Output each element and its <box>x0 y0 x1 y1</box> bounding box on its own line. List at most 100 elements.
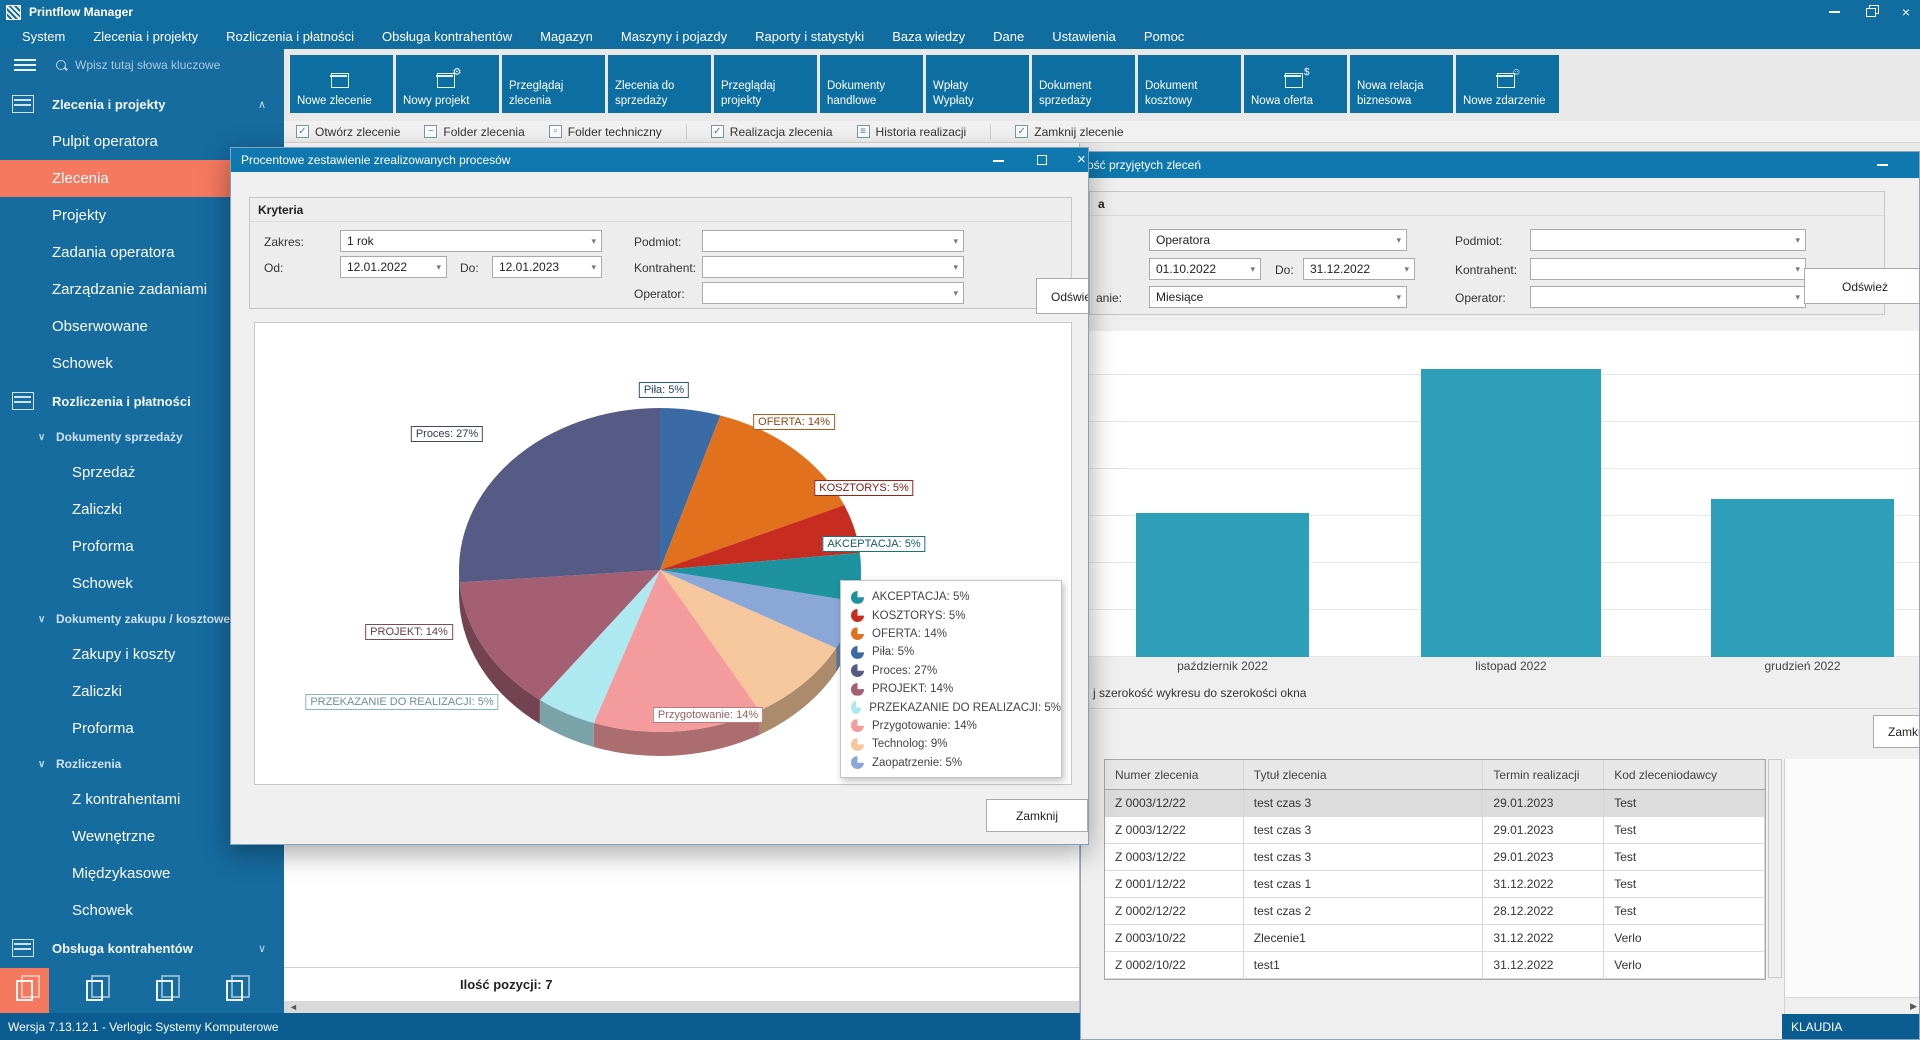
minimize-icon[interactable] <box>1877 164 1888 166</box>
dialog-titlebar[interactable]: Procentowe zestawienie zrealizowanych pr… <box>231 148 1088 172</box>
checkbox-icon: ✓ <box>711 125 724 138</box>
ribbon-button-dokumenty-handlowe[interactable]: Dokumenty handlowe <box>820 55 923 113</box>
operator-select[interactable] <box>1530 286 1806 308</box>
column-header[interactable]: Tytuł zlecenia <box>1244 760 1484 789</box>
hamburger-icon[interactable] <box>14 56 36 74</box>
quickbar-folder-zlecenia[interactable]: −Folder zlecenia <box>424 125 524 139</box>
menu-item-magazyn[interactable]: Magazyn <box>526 24 607 49</box>
ribbon-button-nowy-projekt[interactable]: ⚙Nowy projekt <box>396 55 499 113</box>
table-cell: Test <box>1604 817 1765 843</box>
report-window-titlebar[interactable]: ość przyjętych zleceń <box>1081 152 1919 178</box>
podmiot-select[interactable] <box>1530 229 1806 251</box>
column-header[interactable]: Termin realizacji <box>1483 760 1604 789</box>
table-cell: Z 0002/12/22 <box>1105 898 1244 924</box>
ribbon-button-nowe-zdarzenie[interactable]: ☺Nowe zdarzenie <box>1456 55 1559 113</box>
documents-icon[interactable] <box>0 968 49 1013</box>
date-from-select[interactable]: 12.01.2022 <box>340 256 447 278</box>
ribbon-button-dokument-kosztowy[interactable]: Dokument kosztowy <box>1138 55 1241 113</box>
ribbon-button-nowe-zlecenie[interactable]: Nowe zlecenie <box>290 55 393 113</box>
ribbon-button-wpłaty-wypłaty[interactable]: Wpłaty Wypłaty <box>926 55 1029 113</box>
menu-item-system[interactable]: System <box>8 24 79 49</box>
report-type-select[interactable]: Operatora <box>1149 229 1407 251</box>
close-icon[interactable]: × <box>1077 148 1086 172</box>
statusbar-user-corner: KLAUDIA <box>1782 1014 1920 1040</box>
menu-item-raporty-i-statystyki[interactable]: Raporty i statystyki <box>741 24 878 49</box>
menu-item-ustawienia[interactable]: Ustawienia <box>1038 24 1130 49</box>
restore-icon[interactable] <box>1866 8 1876 17</box>
table-row[interactable]: Z 0002/10/22test131.12.2022Verlo <box>1105 952 1765 979</box>
sidebar-item-schowek[interactable]: Schowek <box>0 892 284 929</box>
scroll-right-icon[interactable]: ▶ <box>1910 1001 1917 1012</box>
column-header[interactable]: Kod zleceniodawcy <box>1604 760 1765 789</box>
table-row[interactable]: Z 0003/10/22Zlecenie131.12.2022Verlo <box>1105 925 1765 952</box>
operator-label: Operator: <box>634 287 685 301</box>
side-pane-scrollbar[interactable]: ▶ <box>1785 997 1920 1014</box>
column-header[interactable]: Numer zlecenia <box>1105 760 1244 789</box>
legend-item: AKCEPTACJA: 5% <box>851 588 1061 606</box>
refresh-button[interactable]: Odśwież <box>1804 268 1920 304</box>
table-row[interactable]: Z 0003/12/22test czas 329.01.2023Test <box>1105 844 1765 871</box>
table-vertical-scrollbar[interactable] <box>1768 759 1782 978</box>
quickbar-folder-techniczny[interactable]: ▫Folder techniczny <box>549 125 662 139</box>
legend-label: OFERTA: 14% <box>872 628 947 640</box>
table-cell: Z 0003/12/22 <box>1105 817 1244 843</box>
refresh-button[interactable]: Odśwież <box>1036 278 1089 314</box>
folder-minus-icon: − <box>424 125 437 138</box>
date-to-select[interactable]: 31.12.2022 <box>1303 258 1415 280</box>
close-report-button[interactable]: Zamknij <box>1873 715 1920 748</box>
menu-item-maszyny-i-pojazdy[interactable]: Maszyny i pojazdy <box>607 24 741 49</box>
pie-chart-panel: Piła: 5%OFERTA: 14%KOSZTORYS: 5%AKCEPTAC… <box>254 322 1072 785</box>
date-from-select[interactable]: 01.10.2022 <box>1149 258 1261 280</box>
grouping-select[interactable]: Miesiące <box>1149 286 1407 308</box>
kontrahent-select[interactable] <box>702 256 964 278</box>
do-label: Do: <box>1275 263 1294 277</box>
menu-item-dane[interactable]: Dane <box>979 24 1038 49</box>
table-row[interactable]: Z 0002/12/22test czas 228.12.2022Test <box>1105 898 1765 925</box>
close-dialog-button[interactable]: Zamknij <box>986 799 1088 832</box>
menu-item-pomoc[interactable]: Pomoc <box>1130 24 1198 49</box>
pie-slice-proces[interactable] <box>459 408 660 582</box>
quickbar-realizacja-zlecenia[interactable]: ✓Realizacja zlecenia <box>711 125 833 139</box>
legend-label: Przygotowanie: 14% <box>872 720 977 732</box>
report-criteria-groupbox: a Operatora Podmiot: 01.10.2022 Do: 31.1… <box>1089 191 1885 315</box>
ribbon-button-nowa-oferta[interactable]: $Nowa oferta <box>1244 55 1347 113</box>
ribbon-button-zlecenia-do-sprzedaży[interactable]: Zlecenia do sprzedaży <box>608 55 711 113</box>
sidebar-section-obsługa-kontrahentów[interactable]: Obsługa kontrahentów∨ <box>0 929 284 967</box>
quickbar-otwórz-zlecenie[interactable]: ✓Otwórz zlecenie <box>296 125 400 139</box>
ribbon-button-dokument-sprzedaży[interactable]: Dokument sprzedaży <box>1032 55 1135 113</box>
ribbon-button-nowa-relacja-biznesowa[interactable]: Nowa relacja biznesowa <box>1350 55 1453 113</box>
ribbon-button-przeglądaj-zlecenia[interactable]: Przeglądaj zlecenia <box>502 55 605 113</box>
quickbar-zamknij-zlecenie[interactable]: ✓Zamknij zlecenie <box>1015 125 1123 139</box>
table-row[interactable]: Z 0003/12/22test czas 329.01.2023Test <box>1105 817 1765 844</box>
zakres-select[interactable]: 1 rok <box>340 230 602 252</box>
search-input[interactable] <box>75 58 255 72</box>
date-to-select[interactable]: 12.01.2023 <box>492 256 602 278</box>
table-row[interactable]: Z 0001/12/22test czas 131.12.2022Test <box>1105 871 1765 898</box>
menu-item-obsługa-kontrahentów[interactable]: Obsługa kontrahentów <box>368 24 526 49</box>
kontrahent-select[interactable] <box>1530 258 1806 280</box>
table-cell: test czas 3 <box>1244 844 1484 870</box>
quickbar-historia-realizacji[interactable]: ≡Historia realizacji <box>857 125 967 139</box>
devices-icon[interactable] <box>210 968 259 1013</box>
do-label: Do: <box>460 261 479 275</box>
maximize-icon[interactable] <box>1037 155 1047 165</box>
table-row[interactable]: Z 0003/12/22test czas 329.01.2023Test <box>1105 790 1765 817</box>
menu-item-rozliczenia-i-płatności[interactable]: Rozliczenia i płatności <box>212 24 368 49</box>
ribbon-button-przeglądaj-projekty[interactable]: Przeglądaj projekty <box>714 55 817 113</box>
minimize-icon[interactable] <box>1829 11 1840 13</box>
minimize-icon[interactable] <box>993 160 1004 162</box>
legend-marker <box>851 756 864 769</box>
menu-item-zlecenia-i-projekty[interactable]: Zlecenia i projekty <box>79 24 212 49</box>
podmiot-select[interactable] <box>702 230 964 252</box>
sidebar-item-międzykasowe[interactable]: Międzykasowe <box>0 855 284 892</box>
ribbon-button-label: Nowy projekt <box>403 94 492 108</box>
horizontal-scrollbar[interactable]: ◄ <box>284 1001 1079 1013</box>
warehouse-icon[interactable] <box>140 968 189 1013</box>
divider <box>1081 708 1919 709</box>
close-icon[interactable]: × <box>1902 0 1910 24</box>
sidebar-section-zlecenia-i-projekty[interactable]: Zlecenia i projekty∧ <box>0 85 284 123</box>
schedule-icon[interactable] <box>70 968 119 1013</box>
screen: Printflow Manager × SystemZlecenia i pro… <box>0 0 1920 1040</box>
operator-select[interactable] <box>702 282 964 304</box>
menu-item-baza-wiedzy[interactable]: Baza wiedzy <box>878 24 979 49</box>
